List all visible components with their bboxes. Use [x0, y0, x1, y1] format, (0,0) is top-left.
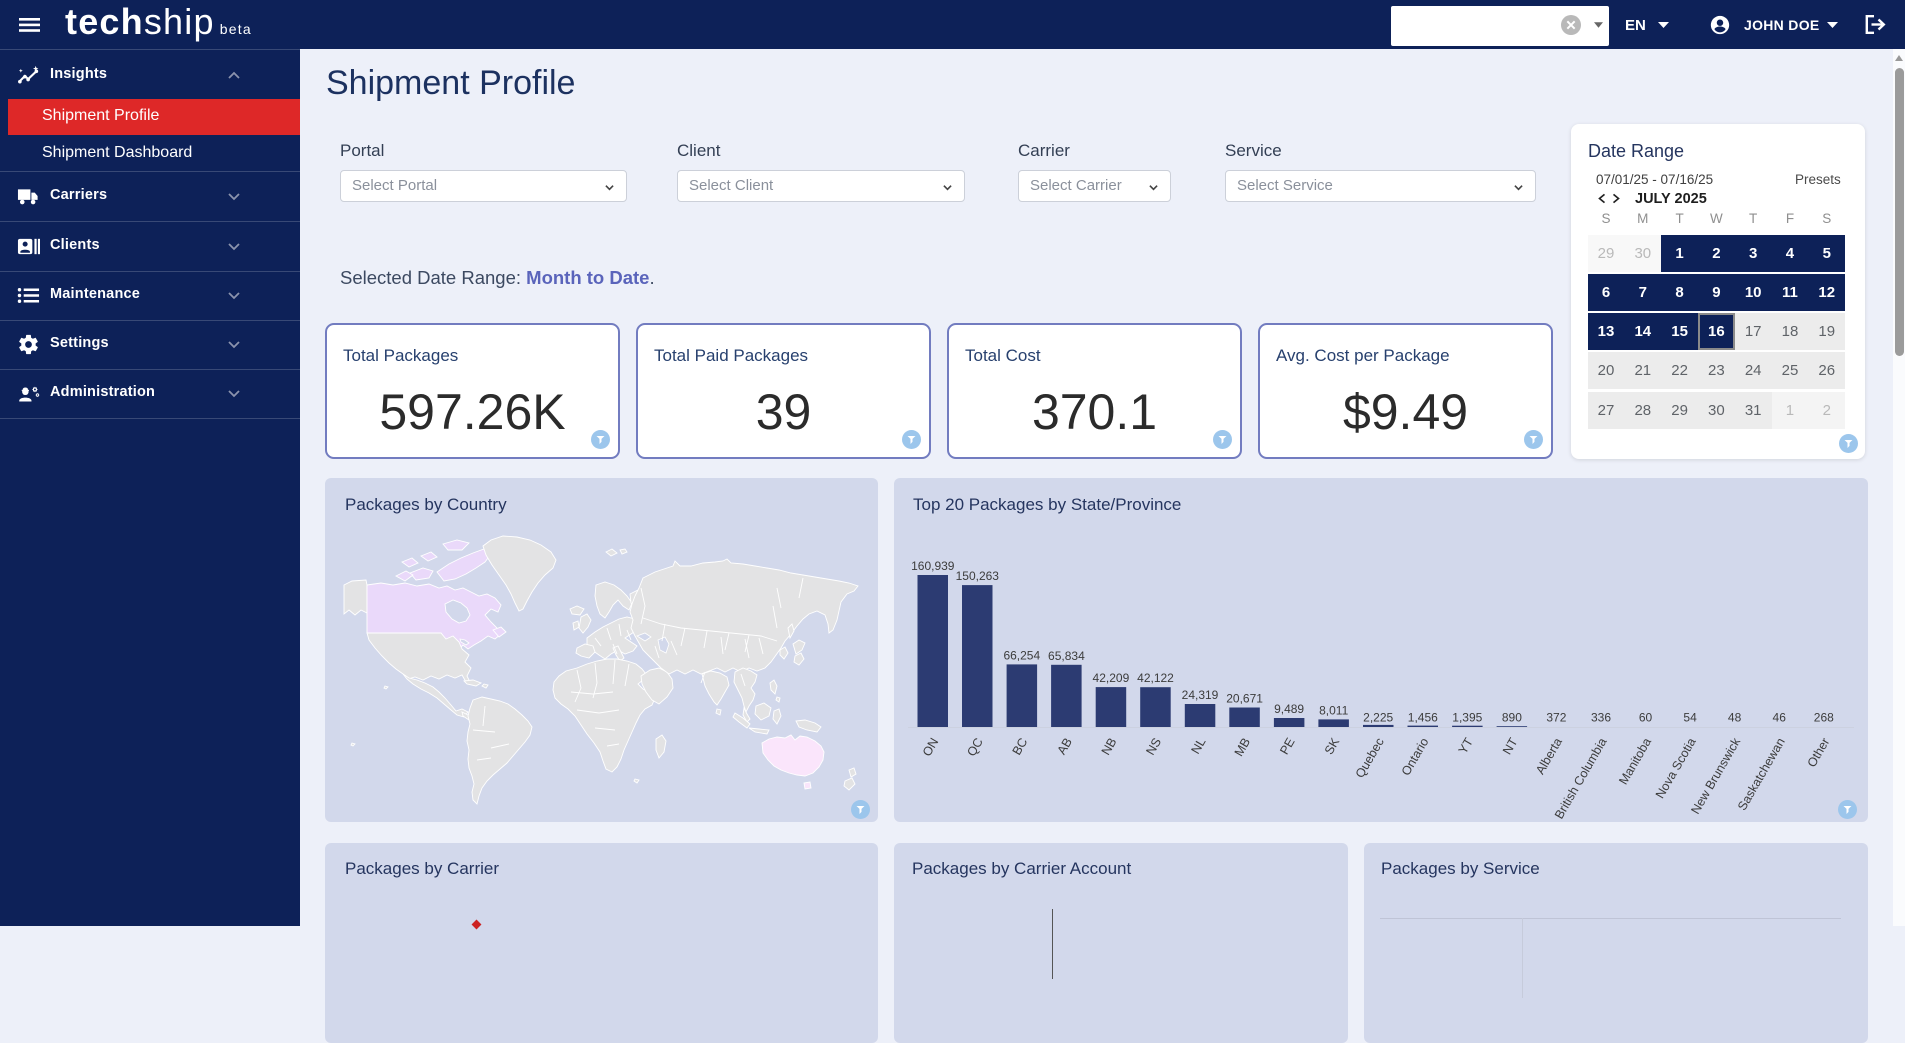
svg-text:ON: ON: [920, 736, 941, 759]
svg-text:MB: MB: [1232, 736, 1253, 759]
svg-text:1,456: 1,456: [1408, 711, 1438, 725]
svg-text:24,319: 24,319: [1182, 688, 1219, 702]
svg-text:46: 46: [1773, 711, 1787, 725]
svg-text:60: 60: [1639, 711, 1653, 725]
svg-text:9,489: 9,489: [1274, 702, 1304, 716]
svg-text:YT: YT: [1456, 735, 1476, 756]
svg-text:Other: Other: [1805, 736, 1833, 770]
svg-text:150,263: 150,263: [956, 569, 1000, 583]
svg-text:PE: PE: [1277, 736, 1297, 757]
svg-text:65,834: 65,834: [1048, 649, 1085, 663]
svg-text:AB: AB: [1055, 736, 1075, 757]
svg-text:SK: SK: [1322, 735, 1343, 757]
svg-text:372: 372: [1546, 711, 1566, 725]
svg-text:268: 268: [1814, 711, 1834, 725]
svg-text:Ontario: Ontario: [1399, 735, 1432, 778]
svg-text:Alberta: Alberta: [1533, 735, 1565, 776]
svg-text:Saskatchewan: Saskatchewan: [1735, 735, 1788, 812]
svg-text:890: 890: [1502, 711, 1522, 725]
svg-text:66,254: 66,254: [1003, 648, 1040, 662]
svg-text:160,939: 160,939: [911, 559, 955, 573]
svg-text:54: 54: [1683, 711, 1697, 725]
svg-text:42,209: 42,209: [1093, 671, 1130, 685]
svg-text:336: 336: [1591, 711, 1611, 725]
svg-text:1,395: 1,395: [1452, 711, 1482, 725]
svg-text:BC: BC: [1010, 736, 1031, 758]
svg-text:NT: NT: [1500, 735, 1521, 757]
svg-text:Nova Scotia: Nova Scotia: [1653, 735, 1699, 800]
svg-text:8,011: 8,011: [1319, 703, 1348, 717]
svg-text:2,225: 2,225: [1363, 711, 1393, 725]
svg-text:Quebec: Quebec: [1353, 736, 1387, 781]
svg-text:NS: NS: [1143, 736, 1164, 758]
svg-text:42,122: 42,122: [1137, 671, 1174, 685]
svg-text:20,671: 20,671: [1226, 692, 1263, 706]
svg-text:Manitoba: Manitoba: [1616, 735, 1654, 787]
svg-text:NB: NB: [1099, 736, 1120, 758]
svg-text:NL: NL: [1188, 735, 1208, 756]
svg-text:48: 48: [1728, 711, 1742, 725]
svg-text:QC: QC: [964, 736, 985, 759]
